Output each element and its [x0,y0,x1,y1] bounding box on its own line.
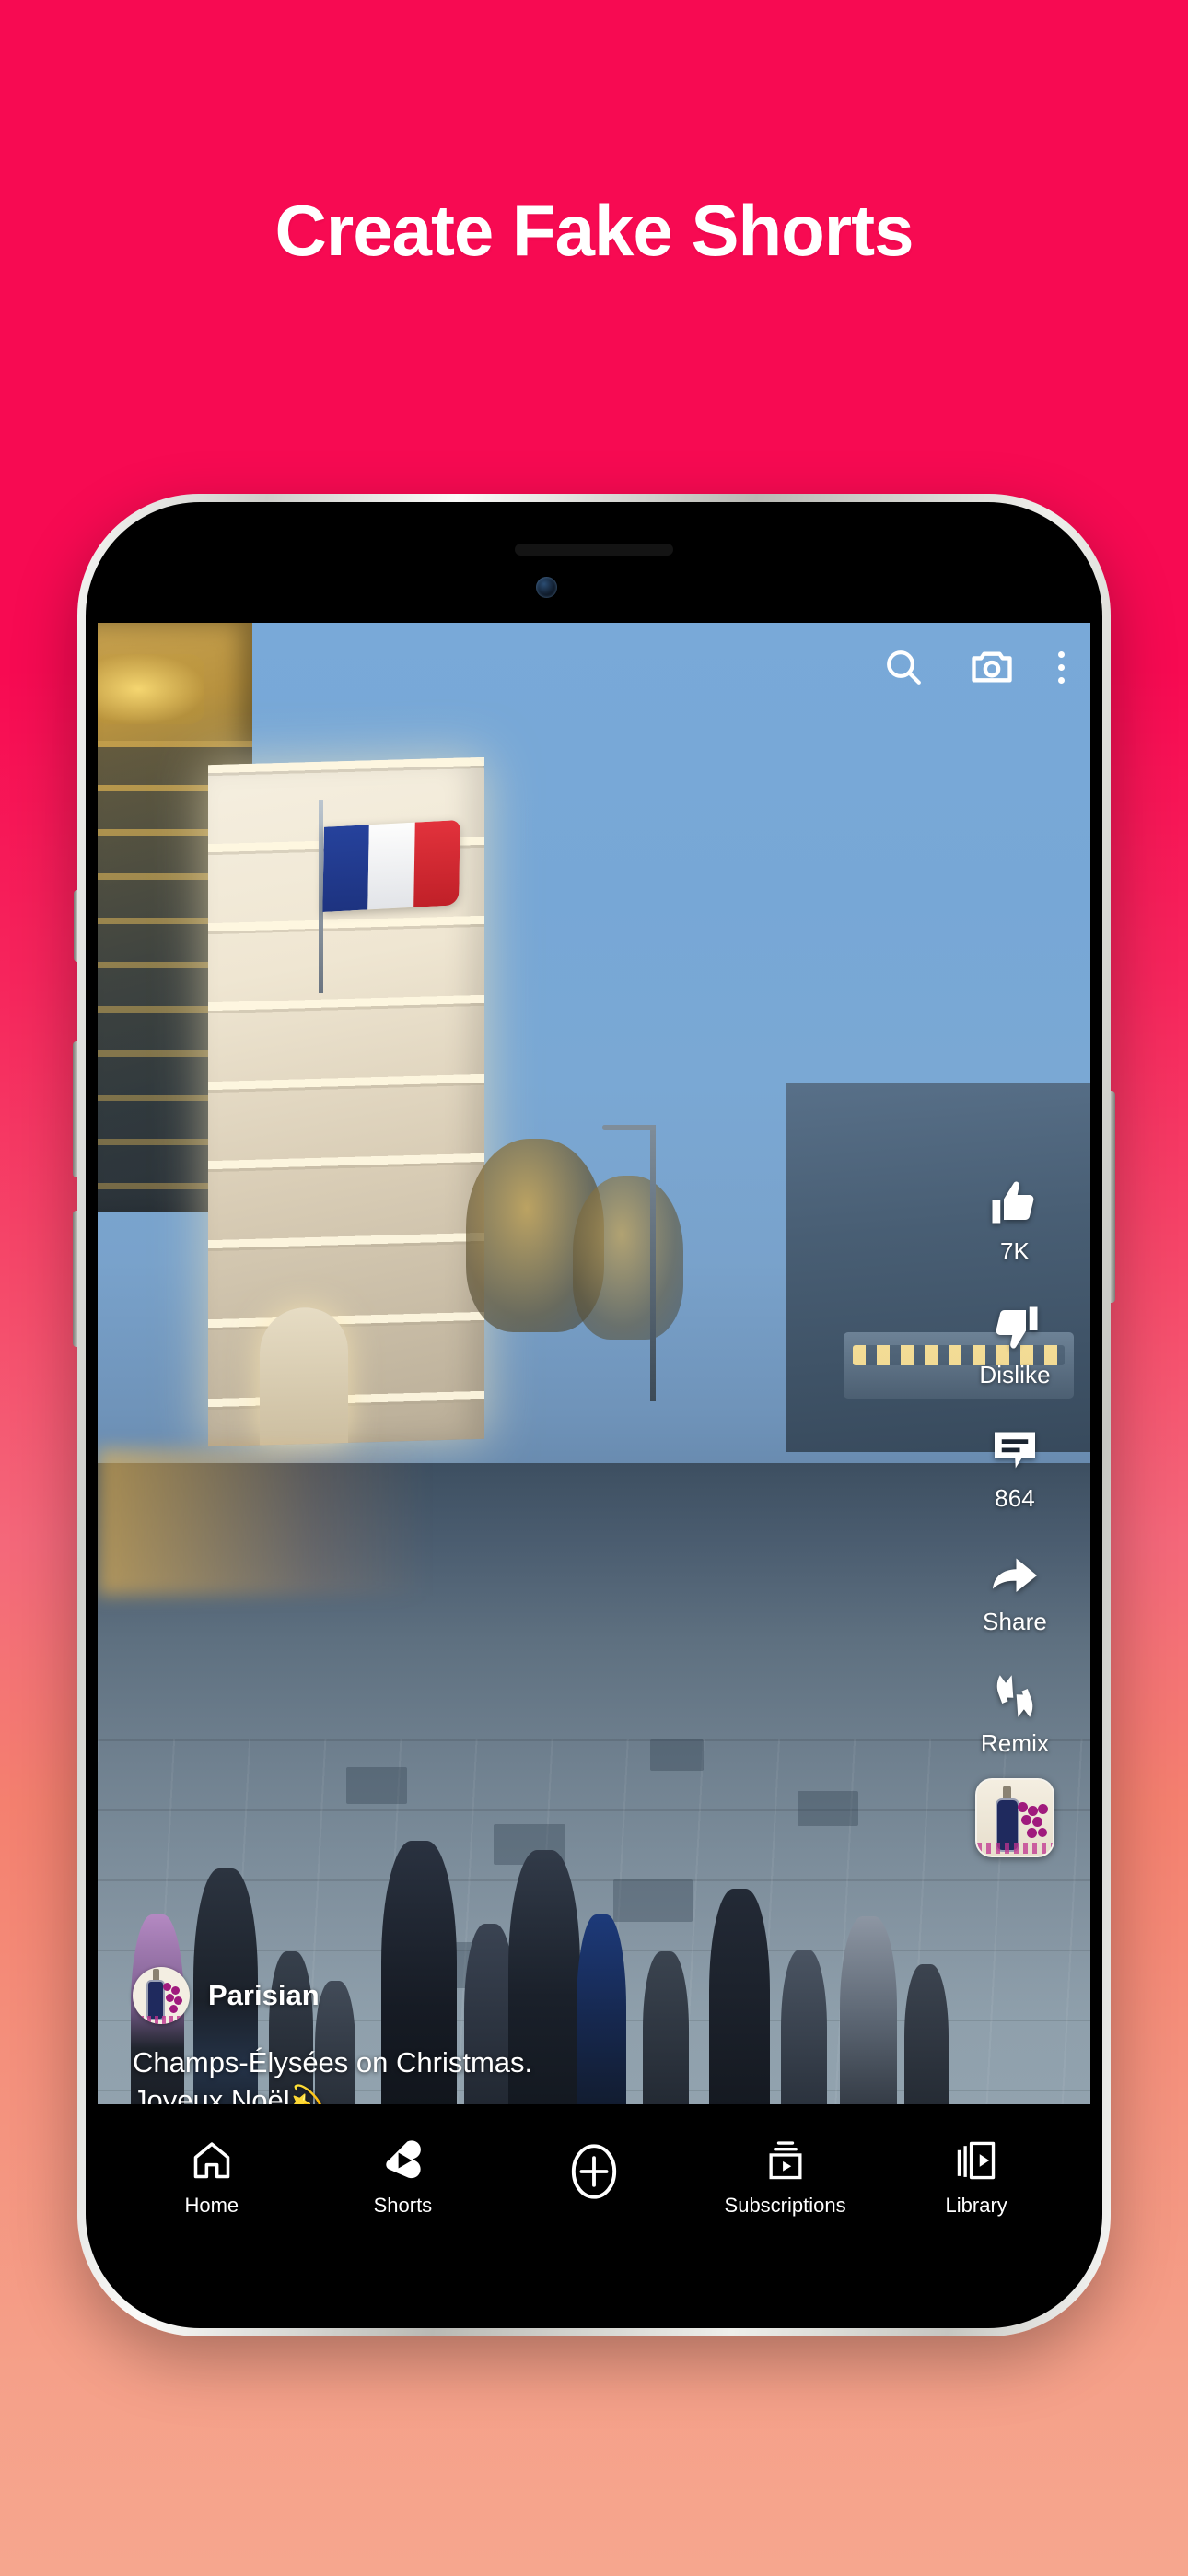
like-button[interactable]: 7K [987,1176,1042,1266]
channel-row[interactable]: Parisian [133,1967,943,2025]
camera-icon[interactable] [968,643,1016,691]
phone-notch-area [98,514,1090,623]
phone-screen: 7K Dislike 864 Share Remix Parisian Cham… [98,514,1090,2316]
phone-bezel: 7K Dislike 864 Share Remix Parisian Cham… [86,502,1102,2328]
subscriptions-icon [763,2137,809,2184]
earpiece-speaker [515,544,673,556]
video-tree [573,1176,683,1340]
remix-icon [988,1669,1042,1723]
nav-label-library: Library [945,2194,1007,2217]
caption-line-1: Champs-Élysées on Christmas. [133,2046,533,2079]
nav-item-subscriptions[interactable]: Subscriptions [716,2137,855,2218]
comment-count: 864 [995,1484,1035,1512]
remix-label: Remix [980,1729,1050,1757]
comment-icon [987,1423,1042,1478]
page-title: Create Fake Shorts [274,190,914,271]
nav-label-subscriptions: Subscriptions [724,2194,846,2217]
phone-frame: 7K Dislike 864 Share Remix Parisian Cham… [77,494,1111,2336]
search-icon[interactable] [881,645,926,689]
dislike-label: Dislike [979,1361,1051,1388]
nav-item-shorts[interactable]: Shorts [333,2137,472,2218]
remix-button[interactable]: Remix [981,1669,1049,1758]
shorts-top-bar [881,643,1065,691]
create-plus-icon [560,2137,628,2206]
channel-name[interactable]: Parisian [208,1979,320,2012]
shorts-action-rail: 7K Dislike 864 Share Remix [963,1176,1066,1857]
front-camera-icon [536,577,557,598]
sound-thumbnail[interactable] [975,1778,1054,1857]
like-count: 7K [999,1237,1030,1265]
bottom-navigation-bar: Home Shorts Subscriptions Library [98,2104,1090,2316]
shorts-video-meta: Parisian Champs-Élysées on Christmas. Jo… [133,1967,943,2119]
french-flag-icon [322,820,460,912]
comments-button[interactable]: 864 [987,1423,1042,1513]
share-arrow-icon [987,1546,1042,1601]
library-icon [953,2137,999,2184]
phone-mockup: 7K Dislike 864 Share Remix Parisian Cham… [73,494,1115,2336]
share-button[interactable]: Share [983,1546,1047,1636]
more-vertical-icon[interactable] [1058,650,1065,684]
shorts-icon [379,2137,425,2184]
dislike-button[interactable]: Dislike [979,1299,1051,1389]
home-icon [189,2137,235,2184]
shorts-video-player[interactable]: 7K Dislike 864 Share Remix Parisian Cham… [98,623,1090,2145]
video-lamppost [602,1125,656,1401]
avatar[interactable] [133,1967,190,2025]
nav-label-shorts: Shorts [373,2194,433,2217]
nav-item-create[interactable] [525,2137,663,2216]
nav-item-home[interactable]: Home [143,2137,281,2218]
thumbs-down-icon [987,1299,1042,1354]
nav-label-home: Home [184,2194,239,2217]
share-label: Share [983,1608,1047,1635]
nav-item-library[interactable]: Library [907,2137,1045,2218]
thumbs-up-icon [987,1176,1042,1231]
